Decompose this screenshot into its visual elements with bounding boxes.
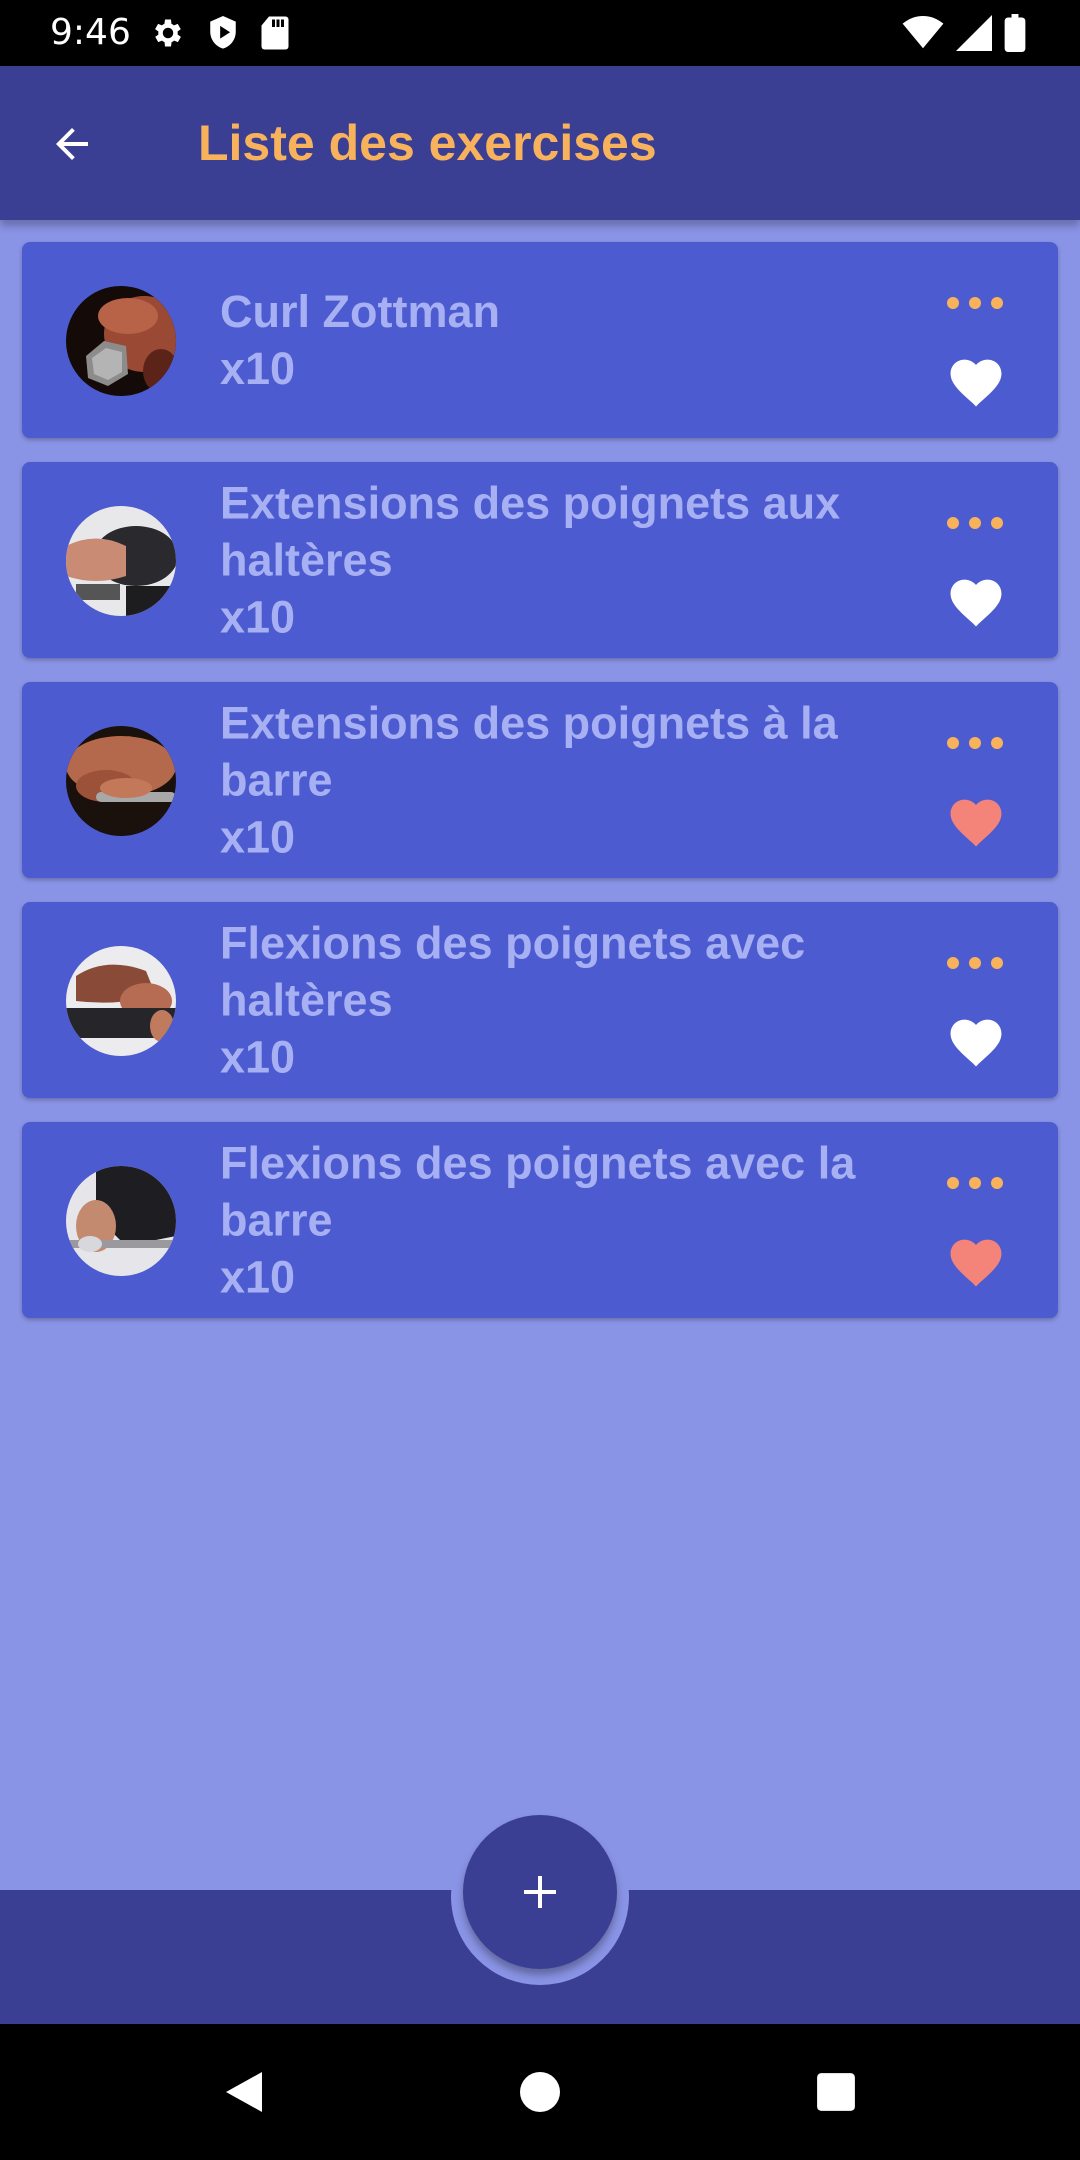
heart-icon xyxy=(950,799,1002,847)
exercise-name: Extensions des poignets à la barre xyxy=(220,697,838,806)
exercise-card[interactable]: Extensions des poignets à la barre x10 xyxy=(22,682,1058,878)
exercise-reps: x10 xyxy=(220,591,296,643)
exercise-thumbnail xyxy=(66,726,176,836)
more-horizontal-icon xyxy=(947,517,1003,529)
more-options-button[interactable] xyxy=(940,728,1010,758)
sd-card-icon xyxy=(260,15,290,56)
wifi-icon xyxy=(902,16,944,55)
heart-icon xyxy=(950,359,1002,407)
more-options-button[interactable] xyxy=(940,288,1010,318)
favorite-button[interactable] xyxy=(944,790,1008,850)
exercise-thumbnail xyxy=(66,1166,176,1276)
exercise-reps: x10 xyxy=(220,1031,296,1083)
exercise-list: Curl Zottman x10 Extensions des poignets… xyxy=(22,242,1058,1342)
system-navigation-bar xyxy=(0,2024,1080,2160)
recents-square-icon xyxy=(817,2073,855,2111)
exercise-card[interactable]: Curl Zottman x10 xyxy=(22,242,1058,438)
heart-icon xyxy=(950,1019,1002,1067)
more-horizontal-icon xyxy=(947,1177,1003,1189)
app-bar: Liste des exercises xyxy=(0,66,1080,220)
plus-icon xyxy=(524,1876,556,1908)
back-button[interactable] xyxy=(42,114,102,174)
nav-back-button[interactable] xyxy=(214,2062,274,2122)
exercise-reps: x10 xyxy=(220,343,296,394)
more-options-button[interactable] xyxy=(940,1168,1010,1198)
add-exercise-button[interactable] xyxy=(463,1815,617,1969)
exercise-name: Flexions des poignets avec la barre xyxy=(220,1137,856,1246)
exercise-name: Curl Zottman xyxy=(220,286,500,337)
exercise-text: Flexions des poignets avec la barre x10 xyxy=(220,1135,910,1306)
exercise-text: Extensions des poignets aux haltères x10 xyxy=(220,475,910,646)
more-horizontal-icon xyxy=(947,737,1003,749)
more-options-button[interactable] xyxy=(940,948,1010,978)
heart-icon xyxy=(950,1239,1002,1287)
nav-home-button[interactable] xyxy=(510,2062,570,2122)
exercise-card[interactable]: Extensions des poignets aux haltères x10 xyxy=(22,462,1058,658)
exercise-text: Curl Zottman x10 xyxy=(220,283,910,397)
arrow-left-icon xyxy=(56,128,88,160)
heart-icon xyxy=(950,579,1002,627)
play-protect-icon xyxy=(206,14,240,57)
more-horizontal-icon xyxy=(947,297,1003,309)
exercise-thumbnail xyxy=(66,946,176,1056)
exercise-thumbnail xyxy=(66,506,176,616)
signal-icon xyxy=(956,15,992,56)
exercise-name: Extensions des poignets aux haltères xyxy=(220,477,841,586)
status-bar: 9:46 xyxy=(0,0,1080,66)
page-title: Liste des exercises xyxy=(198,115,657,171)
favorite-button[interactable] xyxy=(944,1230,1008,1290)
more-options-button[interactable] xyxy=(940,508,1010,538)
more-horizontal-icon xyxy=(947,957,1003,969)
exercise-card[interactable]: Flexions des poignets avec haltères x10 xyxy=(22,902,1058,1098)
exercise-reps: x10 xyxy=(220,811,296,863)
back-triangle-icon xyxy=(226,2072,262,2112)
favorite-button[interactable] xyxy=(944,350,1008,410)
favorite-button[interactable] xyxy=(944,570,1008,630)
status-icons-right xyxy=(902,14,1026,57)
battery-icon xyxy=(1004,14,1026,57)
favorite-button[interactable] xyxy=(944,1010,1008,1070)
status-time: 9:46 xyxy=(50,12,131,53)
settings-icon xyxy=(150,15,186,56)
exercise-card[interactable]: Flexions des poignets avec la barre x10 xyxy=(22,1122,1058,1318)
exercise-thumbnail xyxy=(66,286,176,396)
exercise-reps: x10 xyxy=(220,1251,296,1303)
nav-recents-button[interactable] xyxy=(806,2062,866,2122)
home-circle-icon xyxy=(520,2072,560,2112)
exercise-name: Flexions des poignets avec haltères xyxy=(220,917,806,1026)
exercise-text: Extensions des poignets à la barre x10 xyxy=(220,695,910,866)
exercise-text: Flexions des poignets avec haltères x10 xyxy=(220,915,910,1086)
status-icons-left xyxy=(150,14,290,57)
